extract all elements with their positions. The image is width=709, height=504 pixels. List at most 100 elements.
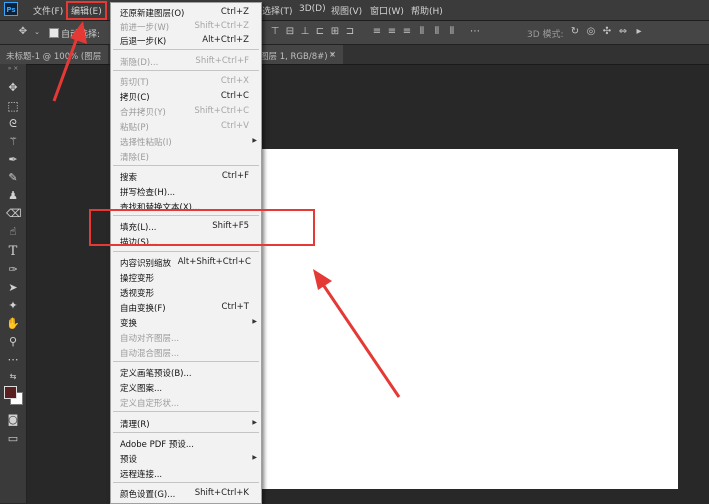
distribute-right-icon[interactable]: ⦀: [447, 27, 457, 37]
menu-item-clear[interactable]: 清除(E): [120, 151, 149, 163]
type-tool-icon[interactable]: T: [6, 245, 20, 259]
align-right-icon[interactable]: ⊐: [345, 27, 355, 37]
auto-select-label: 自动选择:: [61, 30, 101, 40]
menu-file[interactable]: 文件(F): [33, 4, 63, 17]
quick-mask-icon[interactable]: ◙: [6, 413, 20, 427]
menu-item-undo[interactable]: 还原新建图层(O): [120, 7, 184, 19]
lasso-tool-icon[interactable]: ᘓ: [6, 117, 20, 131]
menu-item-define-shape[interactable]: 定义自定形状...: [120, 397, 179, 409]
move-tool-icon[interactable]: ✥: [6, 81, 20, 95]
shortcut-copy: Ctrl+C: [220, 91, 249, 101]
distribute-top-icon[interactable]: ≡: [372, 27, 382, 37]
tools-panel: » × ✥ ⬚ ᘓ ⚚ ✒ ✎ ♟ ⌫ ☝ T ✑ ➤ ✦ ✋ ⚲ ⋯ ⇆ ◙ …: [0, 64, 27, 503]
menu-item-copy-merged[interactable]: 合并拷贝(Y): [120, 106, 166, 118]
brush-tool-icon[interactable]: ✎: [6, 171, 20, 185]
menu-item-paste-special[interactable]: 选择性粘贴(I): [120, 136, 172, 148]
chevron-down-icon[interactable]: ⌄: [32, 27, 42, 37]
menu-separator: [113, 70, 259, 71]
foreground-color-swatch[interactable]: [4, 386, 17, 399]
menu-view[interactable]: 视图(V): [331, 4, 362, 17]
menu-item-auto-align-layers[interactable]: 自动对齐图层...: [120, 332, 179, 344]
align-left-icon[interactable]: ⊏: [315, 27, 325, 37]
menu-item-paste[interactable]: 粘贴(P): [120, 121, 149, 133]
distribute-left-icon[interactable]: ⦀: [417, 27, 427, 37]
menu-item-remote-connections[interactable]: 远程连接...: [120, 468, 162, 480]
align-bottom-icon[interactable]: ⊥: [300, 27, 310, 37]
shortcut-search: Ctrl+F: [221, 171, 249, 181]
zoom-tool-icon[interactable]: ⚲: [6, 335, 20, 349]
distribute-bottom-icon[interactable]: ≡: [402, 27, 412, 37]
eraser-tool-icon[interactable]: ⌫: [6, 207, 22, 221]
menu-item-step-forward[interactable]: 前进一步(W): [120, 21, 169, 33]
magic-wand-tool-icon[interactable]: ⚚: [6, 135, 20, 149]
menu-item-copy[interactable]: 拷贝(C): [120, 91, 150, 103]
3d-drag-icon[interactable]: ✣: [602, 27, 612, 37]
shortcut-step-forward: Shift+Ctrl+Z: [194, 21, 249, 31]
menu-item-define-pattern[interactable]: 定义图案...: [120, 382, 162, 394]
menu-item-presets[interactable]: 预设: [120, 453, 137, 465]
menu-item-content-aware-scale[interactable]: 内容识别缩放: [120, 257, 171, 269]
submenu-arrow-icon: ▶: [252, 318, 257, 325]
document-tab-bar: 未标题-1 @ 100% (图层 图层 1, RGB/8#) * ×: [0, 45, 709, 65]
menu-item-transform[interactable]: 变换: [120, 317, 137, 329]
screen-mode-icon[interactable]: ▭: [6, 432, 20, 446]
document-tab-title[interactable]: 图层 1, RGB/8#) * ×: [258, 45, 343, 64]
tab-title-right: 图层 1, RGB/8#) *: [260, 52, 335, 62]
align-middle-icon[interactable]: ⊟: [285, 27, 295, 37]
menu-item-define-brush[interactable]: 定义画笔预设(B)...: [120, 367, 192, 379]
pen-tool-icon[interactable]: ✑: [6, 263, 20, 277]
shortcut-step-backward: Alt+Ctrl+Z: [202, 35, 249, 45]
menu-item-fade[interactable]: 渐隐(D)...: [120, 56, 158, 68]
3d-roll-icon[interactable]: ◎: [586, 27, 596, 37]
3d-slide-icon[interactable]: ⇔: [618, 27, 628, 37]
tab-close-icon[interactable]: ×: [329, 50, 336, 60]
stamp-tool-icon[interactable]: ♟: [6, 189, 20, 203]
shortcut-free-transform: Ctrl+T: [221, 302, 249, 312]
align-center-icon[interactable]: ⊞: [330, 27, 340, 37]
submenu-arrow-icon: ▶: [252, 137, 257, 144]
distribute-center-icon[interactable]: ⦀: [432, 27, 442, 37]
annotation-highlight-fill-item: [89, 209, 315, 246]
more-tools-icon[interactable]: ⋯: [6, 353, 20, 367]
auto-select-checkbox[interactable]: [49, 28, 59, 38]
panel-collapse-icon[interactable]: » ×: [6, 62, 20, 76]
auto-align-icon[interactable]: ⋯: [470, 27, 480, 37]
path-selection-tool-icon[interactable]: ➤: [6, 281, 20, 295]
3d-rotate-icon[interactable]: ↻: [570, 27, 580, 37]
menu-item-purge[interactable]: 清理(R): [120, 418, 150, 430]
marquee-tool-icon[interactable]: ⬚: [6, 99, 20, 113]
menu-item-spell-check[interactable]: 拼写检查(H)...: [120, 186, 175, 198]
menu-item-pdf-presets[interactable]: Adobe PDF 预设...: [120, 438, 194, 450]
distribute-middle-icon[interactable]: ≡: [387, 27, 397, 37]
eyedropper-tool-icon[interactable]: ✒: [6, 153, 20, 167]
menu-item-free-transform[interactable]: 自由变换(F): [120, 302, 166, 314]
menu-separator: [113, 361, 259, 362]
menu-help[interactable]: 帮助(H): [411, 4, 443, 17]
align-top-icon[interactable]: ⊤: [270, 27, 280, 37]
menu-separator: [113, 432, 259, 433]
menu-item-search[interactable]: 搜索: [120, 171, 137, 183]
menu-separator: [113, 49, 259, 50]
move-tool-icon[interactable]: ✥: [18, 27, 28, 37]
swap-colors-icon[interactable]: ⇆: [6, 370, 20, 384]
smudge-tool-icon[interactable]: ☝: [6, 225, 20, 239]
menu-separator: [113, 482, 259, 483]
menu-item-cut[interactable]: 剪切(T): [120, 76, 149, 88]
document-canvas[interactable]: [249, 149, 678, 489]
tab-title-left: 未标题-1 @ 100% (图层: [6, 52, 102, 62]
hand-tool-icon[interactable]: ✋: [6, 317, 20, 331]
menu-select[interactable]: 选择(T): [262, 4, 293, 17]
submenu-arrow-icon: ▶: [252, 419, 257, 426]
menu-item-auto-blend-layers[interactable]: 自动混合图层...: [120, 347, 179, 359]
annotation-highlight-edit-menu: [66, 1, 107, 20]
shape-tool-icon[interactable]: ✦: [6, 299, 20, 313]
menu-item-color-settings[interactable]: 颜色设置(G)...: [120, 488, 175, 500]
menu-3d[interactable]: 3D(D): [299, 4, 326, 14]
menu-separator: [113, 411, 259, 412]
3d-scale-icon[interactable]: ▸: [634, 27, 644, 37]
edit-menu-dropdown: 还原新建图层(O) Ctrl+Z 前进一步(W) Shift+Ctrl+Z 后退…: [110, 2, 262, 504]
menu-item-step-backward[interactable]: 后退一步(K): [120, 35, 166, 47]
menu-item-puppet-warp[interactable]: 操控变形: [120, 272, 154, 284]
menu-item-perspective-warp[interactable]: 透视变形: [120, 287, 154, 299]
menu-window[interactable]: 窗口(W): [370, 4, 404, 17]
